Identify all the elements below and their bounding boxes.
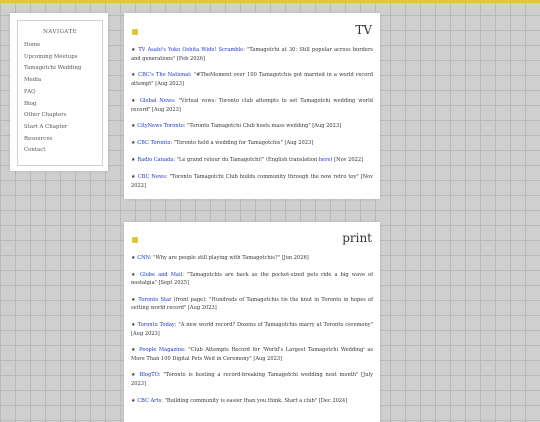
print-entry: ★ People Magazine: "Club Attempts Record…	[131, 346, 373, 363]
print-entry-text: : "Toronto is hosting a record-breaking …	[131, 372, 373, 387]
section-marker-icon	[132, 29, 138, 35]
tv-entry-text: : "Toronto held a wedding for Tamagotchi…	[170, 140, 314, 147]
tv-section-header: TV	[124, 23, 380, 46]
star-bullet-icon: ★	[131, 321, 136, 328]
nav-item-upcoming-meetups: Upcoming Meetups	[24, 52, 102, 64]
print-entry-text: : "Building community is easier than you…	[161, 397, 348, 404]
nav-link-contact[interactable]: Contact	[24, 147, 45, 153]
star-bullet-icon: ★	[131, 296, 137, 303]
tv-section: TV ★ TV Asahi's Yoko Oshita Wide! Scramb…	[124, 13, 380, 199]
tv-entry: ★ CBC Toronto: "Toronto held a wedding f…	[131, 139, 373, 148]
nav-item-blog: Blog	[24, 99, 102, 111]
print-entry-source-link[interactable]: BlogTO	[140, 372, 159, 378]
star-bullet-icon: ★	[131, 397, 136, 404]
nav-item-media: Media	[24, 75, 102, 87]
print-entry: ★ Toronto Star (front page): "Hundreds o…	[131, 296, 373, 313]
star-bullet-icon: ★	[131, 47, 137, 53]
print-entries: ★ CNN: "Why are people still playing wit…	[124, 254, 380, 405]
print-entry-source-link[interactable]: People Magazine	[139, 347, 184, 353]
print-entry-text: : "Why are people still playing with Tam…	[149, 255, 309, 261]
sidebar-frame: NAVIGATE Home Upcoming Meetups Tamagotch…	[17, 20, 103, 166]
tv-entry-source-link[interactable]: CBC Toronto	[137, 140, 170, 146]
print-section: print ★ CNN: "Why are people still playi…	[124, 222, 380, 422]
star-bullet-icon: ★	[131, 255, 136, 261]
nav-link-media[interactable]: Media	[24, 77, 41, 83]
tv-entry-text: : "Toronto Tamagotchi Club hosts mass we…	[183, 123, 342, 130]
star-bullet-icon: ★	[131, 97, 137, 104]
tv-section-title: TV	[355, 23, 372, 37]
star-bullet-icon: ★	[131, 174, 136, 181]
nav-link-start-a-chapter[interactable]: Start A Chapter	[24, 124, 67, 130]
tv-entry-text: : "Toronto Tamagotchi Club builds commun…	[131, 174, 374, 189]
nav-item-tamagotchi-wedding: Tamagotchi Wedding	[24, 63, 102, 75]
tv-entry: ★ CBC News: "Toronto Tamagotchi Club bui…	[131, 173, 373, 190]
star-bullet-icon: ★	[131, 123, 136, 130]
nav-link-tamagotchi-wedding[interactable]: Tamagotchi Wedding	[24, 65, 81, 71]
star-bullet-icon: ★	[131, 271, 137, 278]
star-bullet-icon: ★	[131, 347, 137, 354]
print-entry-source-link[interactable]: CNN	[137, 255, 150, 261]
nav-item-contact: Contact	[24, 145, 102, 157]
print-entry-source-link[interactable]: Toronto Today	[138, 322, 175, 328]
print-section-title: print	[342, 231, 372, 245]
print-entry: ★ Globe and Mail: "Tamagotchis are back …	[131, 271, 373, 288]
tv-entry-source-link[interactable]: CBC News	[138, 174, 166, 180]
print-section-header: print	[124, 231, 380, 254]
section-marker-icon	[132, 237, 138, 243]
print-entry-source-link[interactable]: Globe and Mail	[140, 272, 182, 278]
tv-entry-source-link[interactable]: TV Asahi's Yoko Oshita Wide! Scramble	[138, 47, 243, 53]
tv-entry: ★ Radio Canada: "Le grand retour du Tama…	[131, 156, 373, 165]
tv-entry-source-link[interactable]: CityNews Toronto	[137, 123, 183, 129]
print-entry-source-link[interactable]: Toronto Star	[138, 297, 171, 303]
print-entry-source-link[interactable]: CBC Arts	[137, 398, 161, 404]
tv-entry: ★ CityNews Toronto: "Toronto Tamagotchi …	[131, 122, 373, 131]
star-bullet-icon: ★	[131, 72, 137, 79]
tv-entry-text: : "Le grand retour du Tamagotchi!" (Engl…	[173, 157, 319, 164]
print-entry: ★ BlogTO: "Toronto is hosting a record-b…	[131, 371, 373, 388]
sidebar-title: NAVIGATE	[42, 29, 78, 35]
nav-link-faq[interactable]: FAQ	[24, 89, 36, 95]
nav-list: Home Upcoming Meetups Tamagotchi Wedding…	[18, 40, 102, 157]
tv-entry-text-end: ) [Nov 2022]	[330, 157, 364, 164]
nav-item-resources: Resources	[24, 134, 102, 146]
nav-item-faq: FAQ	[24, 87, 102, 99]
nav-item-home: Home	[24, 40, 102, 52]
sidebar: NAVIGATE Home Upcoming Meetups Tamagotch…	[10, 13, 108, 171]
star-bullet-icon: ★	[131, 372, 137, 379]
top-accent-bar	[0, 0, 540, 3]
tv-entry-source-link[interactable]: CBC's The National	[138, 72, 190, 78]
nav-link-resources[interactable]: Resources	[24, 136, 52, 142]
tv-entry-source-link[interactable]: Global News	[140, 98, 174, 104]
nav-link-upcoming-meetups[interactable]: Upcoming Meetups	[24, 54, 78, 60]
translation-link[interactable]: here	[319, 157, 331, 163]
tv-entry: ★ Global News: "Virtual vows: Toronto cl…	[131, 97, 373, 114]
nav-item-other-chapters: Other Chapters	[24, 110, 102, 122]
tv-entries: ★ TV Asahi's Yoko Oshita Wide! Scramble:…	[124, 46, 380, 190]
nav-link-home[interactable]: Home	[24, 42, 40, 48]
nav-item-start-a-chapter: Start A Chapter	[24, 122, 102, 134]
nav-link-blog[interactable]: Blog	[24, 101, 36, 107]
print-entry: ★ CBC Arts: "Building community is easie…	[131, 397, 373, 406]
nav-link-other-chapters[interactable]: Other Chapters	[24, 112, 67, 118]
tv-entry: ★ CBC's The National: "#TheMoment over 1…	[131, 71, 373, 88]
tv-entry: ★ TV Asahi's Yoko Oshita Wide! Scramble:…	[131, 46, 373, 63]
star-bullet-icon: ★	[131, 140, 136, 147]
print-entry: ★ Toronto Today: "A new world record? Do…	[131, 321, 373, 338]
tv-entry-source-link[interactable]: Radio Canada	[137, 157, 173, 163]
star-bullet-icon: ★	[131, 157, 136, 164]
print-entry: ★ CNN: "Why are people still playing wit…	[131, 254, 373, 263]
